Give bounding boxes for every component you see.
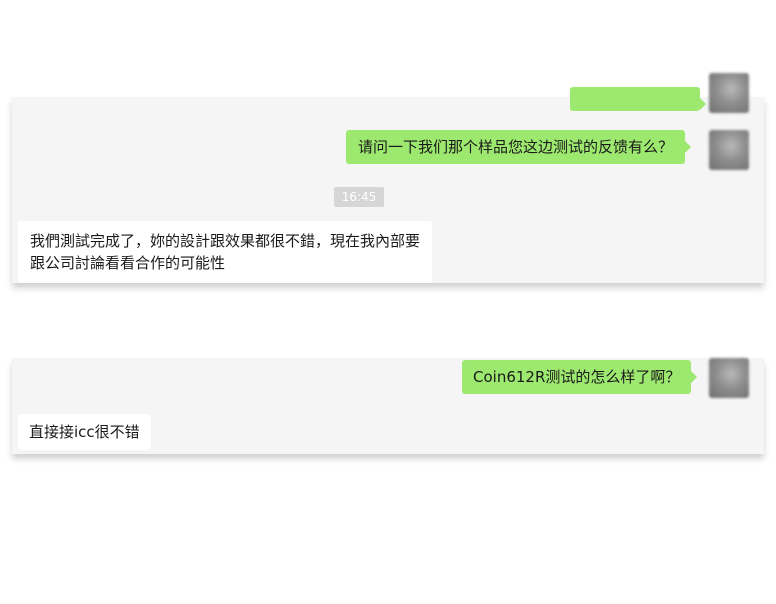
chat-panel-1: 请问一下我们那个样品您这边测试的反馈有么？ 16:45 我們測試完成了，妳的設計… — [12, 73, 764, 283]
user-avatar[interactable] — [709, 130, 749, 170]
user-avatar[interactable] — [709, 358, 749, 398]
incoming-message: 我們測試完成了，妳的設計跟效果都很不錯，現在我內部要 跟公司討論看看合作的可能性 — [18, 221, 433, 283]
outgoing-message-partial — [570, 87, 706, 111]
message-line: 跟公司討論看看合作的可能性 — [30, 254, 226, 272]
outgoing-message: 请问一下我们那个样品您这边测试的反馈有么？ — [346, 130, 692, 164]
chat-panel-2: Coin612R测试的怎么样了啊？ 直接接icc很不错 — [12, 358, 764, 454]
message-line: 我們測試完成了，妳的設計跟效果都很不錯，現在我內部要 — [30, 232, 421, 250]
user-avatar[interactable] — [709, 73, 749, 113]
incoming-message: 直接接icc很不错 — [18, 414, 151, 450]
timestamp: 16:45 — [334, 187, 384, 207]
outgoing-message: Coin612R测试的怎么样了啊？ — [462, 360, 698, 394]
